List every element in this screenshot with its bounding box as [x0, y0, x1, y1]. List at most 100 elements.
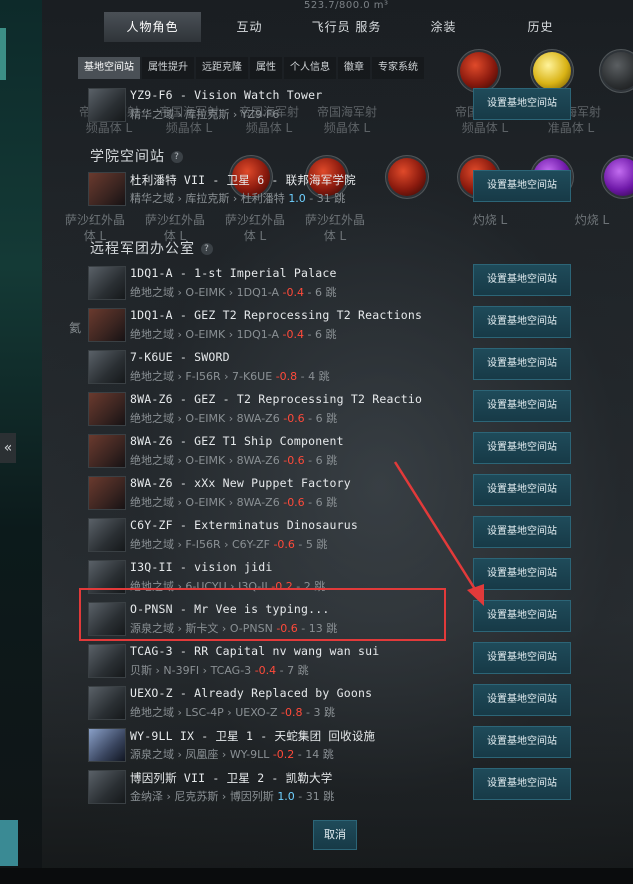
station-constellation: 库拉克斯 — [185, 192, 230, 205]
station-title: I3Q-II - vision jidi — [130, 560, 273, 574]
station-thumbnail — [88, 172, 126, 206]
tab-character[interactable]: 人物角色 — [104, 12, 201, 42]
tab-skins[interactable]: 涂装 — [395, 12, 492, 42]
jump-count: 31 跳 — [305, 790, 335, 803]
set-home-station-button[interactable]: 设置基地空间站 — [473, 642, 571, 674]
tab-interaction[interactable]: 互动 — [201, 12, 298, 42]
station-path: 绝地之域 › O-EIMK › 1DQ1-A -0.4 - 6 跳 — [130, 286, 337, 299]
capacity-readout: 523.7/800.0 m³ — [304, 0, 389, 11]
station-path: 精华之域 › 库拉克斯 › YZ9-F6 — [130, 108, 280, 121]
set-home-station-button[interactable]: 设置基地空间站 — [473, 558, 571, 590]
jump-count: 6 跳 — [315, 496, 338, 509]
security-status: -0.6 — [283, 412, 305, 425]
station-thumbnail — [88, 518, 126, 552]
tab-pilot-services[interactable]: 飞行员 服务 — [298, 12, 395, 42]
annotation-highlight-box — [79, 588, 446, 641]
set-home-station-button[interactable]: 设置基地空间站 — [473, 600, 571, 632]
station-thumbnail — [88, 266, 126, 300]
station-region: 绝地之域 — [130, 412, 174, 425]
station-system: 7-K6UE — [232, 370, 273, 383]
station-path: 绝地之域 › O-EIMK › 8WA-Z6 -0.6 - 6 跳 — [130, 412, 338, 425]
station-thumbnail — [88, 644, 126, 678]
station-path: 绝地之域 › O-EIMK › 8WA-Z6 -0.6 - 6 跳 — [130, 454, 338, 467]
station-thumbnail — [88, 88, 126, 122]
help-icon[interactable]: ? — [201, 243, 213, 255]
station-constellation: F-I56R — [185, 538, 221, 551]
station-region: 源泉之域 — [130, 748, 174, 761]
remote-section-title: 远程军团办公室? — [90, 238, 213, 258]
cancel-button[interactable]: 取消 — [313, 820, 357, 850]
set-home-station-button[interactable]: 设置基地空间站 — [473, 88, 571, 120]
set-home-station-button[interactable]: 设置基地空间站 — [473, 264, 571, 296]
station-region: 绝地之域 — [130, 454, 174, 467]
security-status: -0.4 — [282, 286, 305, 299]
station-system: TCAG-3 — [210, 664, 252, 677]
station-region: 绝地之域 — [130, 370, 174, 383]
station-path: 绝地之域 › O-EIMK › 1DQ1-A -0.4 - 6 跳 — [130, 328, 337, 341]
help-icon[interactable]: ? — [171, 151, 183, 163]
crystal-icon — [604, 158, 633, 196]
station-region: 贝斯 — [130, 664, 152, 677]
station-system: 博因列斯 — [229, 790, 274, 803]
station-title: 8WA-Z6 - xXx New Puppet Factory — [130, 476, 351, 490]
station-path: 绝地之域 › F-I56R › 7-K6UE -0.8 - 4 跳 — [130, 370, 330, 383]
station-row: 8WA-Z6 - GEZ - T2 Reprocessing T2 Reacti… — [86, 388, 586, 428]
set-home-station-button[interactable]: 设置基地空间站 — [473, 474, 571, 506]
security-status: -0.6 — [283, 454, 305, 467]
set-home-station-button[interactable]: 设置基地空间站 — [473, 726, 571, 758]
station-system: 1DQ1-A — [236, 286, 280, 299]
set-home-station-button[interactable]: 设置基地空间站 — [473, 390, 571, 422]
station-row: C6Y-ZF - Exterminatus Dinosaurus 绝地之域 › F… — [86, 514, 586, 554]
station-system: 8WA-Z6 — [236, 412, 280, 425]
jump-count: 5 跳 — [305, 538, 328, 551]
jump-count: 6 跳 — [314, 286, 337, 299]
station-title: 1DQ1-A - 1-st Imperial Palace — [130, 266, 337, 280]
collapse-chevron-icon[interactable]: « — [0, 433, 16, 463]
station-constellation: 尼克苏斯 — [174, 790, 219, 803]
station-constellation: O-EIMK — [185, 454, 226, 467]
station-row-current: YZ9-F6 - Vision Watch Tower 精华之域 › 库拉克斯 … — [86, 84, 586, 124]
set-home-station-button[interactable]: 设置基地空间站 — [473, 432, 571, 464]
set-home-station-button[interactable]: 设置基地空间站 — [473, 516, 571, 548]
security-status: -0.6 — [273, 538, 295, 551]
station-thumbnail — [88, 686, 126, 720]
station-system: YZ9-F6 — [240, 108, 280, 121]
jump-count: 6 跳 — [314, 328, 337, 341]
station-thumbnail — [88, 770, 126, 804]
security-status: -0.8 — [281, 706, 303, 719]
station-system: UEXO-Z — [235, 706, 278, 719]
station-constellation: F-I56R — [185, 370, 221, 383]
set-home-station-button[interactable]: 设置基地空间站 — [473, 306, 571, 338]
tab-history[interactable]: 历史 — [492, 12, 589, 42]
jump-count: 6 跳 — [315, 454, 338, 467]
sidebar-bottom-panel — [0, 820, 18, 866]
station-path: 绝地之域 › O-EIMK › 8WA-Z6 -0.6 - 6 跳 — [130, 496, 338, 509]
station-path: 金纳泽 › 尼克苏斯 › 博因列斯 1.0 - 31 跳 — [130, 790, 335, 803]
security-status: -0.6 — [283, 496, 305, 509]
station-constellation: O-EIMK — [185, 328, 226, 341]
station-constellation: O-EIMK — [185, 496, 226, 509]
station-row: UEXO-Z - Already Replaced by Goons 绝地之域 ›… — [86, 682, 586, 722]
remote-section-label: 远程军团办公室 — [90, 241, 195, 257]
station-region: 精华之域 — [130, 108, 174, 121]
station-region: 精华之域 — [130, 192, 174, 205]
crystal-label: 萨沙红外晶 体 L — [304, 213, 365, 243]
station-constellation: O-EIMK — [185, 286, 226, 299]
station-region: 金纳泽 — [130, 790, 163, 803]
station-path: 源泉之域 › 凤凰座 › WY-9LL -0.2 - 14 跳 — [130, 748, 334, 761]
crystal-label: 灼烧 L — [472, 213, 508, 227]
security-status: -0.2 — [272, 748, 295, 761]
jump-count: 14 跳 — [305, 748, 334, 761]
station-constellation: N-39FI — [163, 664, 200, 677]
set-home-station-button[interactable]: 设置基地空间站 — [473, 348, 571, 380]
station-system: 1DQ1-A — [236, 328, 280, 341]
set-home-station-button[interactable]: 设置基地空间站 — [473, 684, 571, 716]
set-home-station-button[interactable]: 设置基地空间站 — [473, 768, 571, 800]
station-row: 1DQ1-A - GEZ T2 Reprocessing T2 Reaction… — [86, 304, 586, 344]
station-system: 8WA-Z6 — [236, 454, 280, 467]
set-home-station-button[interactable]: 设置基地空间站 — [473, 170, 571, 202]
station-constellation: 库拉克斯 — [185, 108, 230, 121]
station-constellation: 凤凰座 — [185, 748, 219, 761]
security-status: 1.0 — [277, 790, 295, 803]
station-title: 1DQ1-A - GEZ T2 Reprocessing T2 Reaction… — [130, 308, 423, 322]
